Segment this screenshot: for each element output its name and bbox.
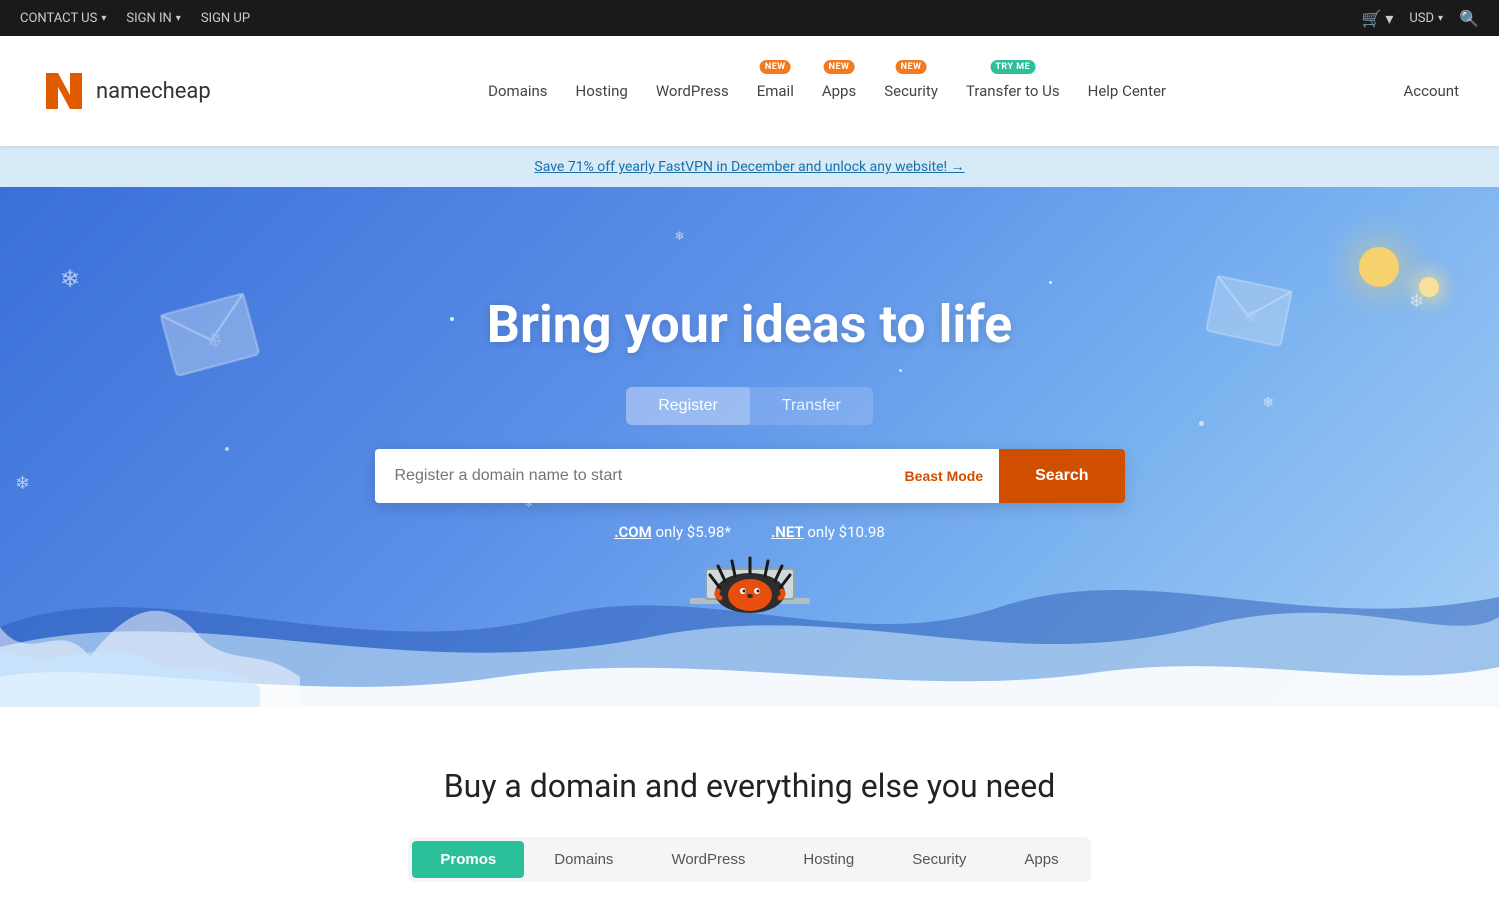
hedgehog-mascot: [660, 523, 840, 643]
hero-section: ❄ ❄ ❄ ❄ ❄ ❄ ❄ ❄ Bring your ideas to life…: [0, 187, 1499, 707]
snowflake-2: ❄: [15, 473, 30, 494]
top-bar: CONTACT US SIGN IN SIGN UP 🛒 ▾ USD 🔍: [0, 0, 1499, 36]
nav-account[interactable]: Account: [1403, 82, 1459, 100]
sign-in-dropdown[interactable]: SIGN IN: [126, 11, 180, 26]
snowflake-1: ❄: [60, 265, 80, 293]
search-button[interactable]: Search: [999, 449, 1124, 503]
nav-item-hosting[interactable]: Hosting: [576, 78, 628, 104]
search-icon[interactable]: 🔍: [1459, 9, 1479, 28]
domain-search-input[interactable]: [375, 449, 889, 503]
currency-dropdown[interactable]: USD: [1409, 11, 1443, 26]
cart-icon[interactable]: 🛒 ▾: [1361, 9, 1393, 28]
star-3: [225, 447, 229, 451]
envelope-left: ❄: [158, 291, 262, 379]
bottom-section: Buy a domain and everything else you nee…: [0, 707, 1499, 922]
svg-text:❄: ❄: [1241, 306, 1260, 330]
snowflake-4: ❄: [675, 229, 685, 243]
category-tabs: Promos Domains WordPress Hosting Securit…: [408, 837, 1090, 882]
nav-item-apps[interactable]: NEW Apps: [822, 78, 856, 104]
mascot-container: [660, 523, 840, 647]
bottom-title: Buy a domain and everything else you nee…: [40, 767, 1459, 805]
snowflake-5: ❄: [1262, 395, 1274, 411]
hero-title: Bring your ideas to life: [487, 294, 1012, 355]
star-2: [899, 369, 902, 372]
nav-item-security[interactable]: NEW Security: [884, 78, 938, 104]
logo-text: namecheap: [96, 79, 211, 104]
tab-apps[interactable]: Apps: [996, 841, 1086, 878]
search-bar: Beast Mode Search: [375, 449, 1125, 503]
nav-items: Domains Hosting WordPress NEW Email NEW …: [251, 78, 1404, 104]
nav-item-transfer[interactable]: TRY ME Transfer to Us: [966, 78, 1060, 104]
star-4: [1049, 281, 1052, 284]
promo-banner: Save 71% off yearly FastVPN in December …: [0, 146, 1499, 187]
top-bar-right: 🛒 ▾ USD 🔍: [1361, 9, 1479, 28]
email-badge: NEW: [760, 60, 791, 74]
transfer-toggle[interactable]: Transfer: [750, 387, 873, 425]
nav-item-help[interactable]: Help Center: [1088, 78, 1166, 104]
envelope-right: ❄: [1204, 273, 1295, 348]
com-link[interactable]: .COM: [614, 523, 652, 541]
nav-item-email[interactable]: NEW Email: [757, 78, 794, 104]
transfer-badge: TRY ME: [990, 60, 1035, 74]
main-nav: namecheap Domains Hosting WordPress NEW …: [0, 36, 1499, 146]
promo-link[interactable]: Save 71% off yearly FastVPN in December …: [534, 159, 964, 175]
apps-badge: NEW: [824, 60, 855, 74]
deco-glow: [1419, 277, 1439, 297]
tab-promos[interactable]: Promos: [412, 841, 524, 878]
tab-domains[interactable]: Domains: [526, 841, 641, 878]
star-1: [450, 317, 454, 321]
security-badge: NEW: [896, 60, 927, 74]
nav-item-wordpress[interactable]: WordPress: [656, 78, 729, 104]
tab-hosting[interactable]: Hosting: [775, 841, 882, 878]
tab-security[interactable]: Security: [884, 841, 994, 878]
toggle-group: Register Transfer: [626, 387, 873, 425]
top-bar-left: CONTACT US SIGN IN SIGN UP: [20, 11, 250, 26]
register-toggle[interactable]: Register: [626, 387, 750, 425]
deco-sun: [1359, 247, 1399, 287]
tab-wordpress[interactable]: WordPress: [643, 841, 773, 878]
logo[interactable]: namecheap: [40, 67, 211, 115]
svg-text:❄: ❄: [203, 327, 226, 355]
star-5: [1199, 421, 1204, 426]
sign-up-link[interactable]: SIGN UP: [201, 11, 250, 26]
contact-us-dropdown[interactable]: CONTACT US: [20, 11, 106, 26]
beast-mode-button[interactable]: Beast Mode: [889, 449, 1000, 503]
nav-item-domains[interactable]: Domains: [488, 78, 547, 104]
